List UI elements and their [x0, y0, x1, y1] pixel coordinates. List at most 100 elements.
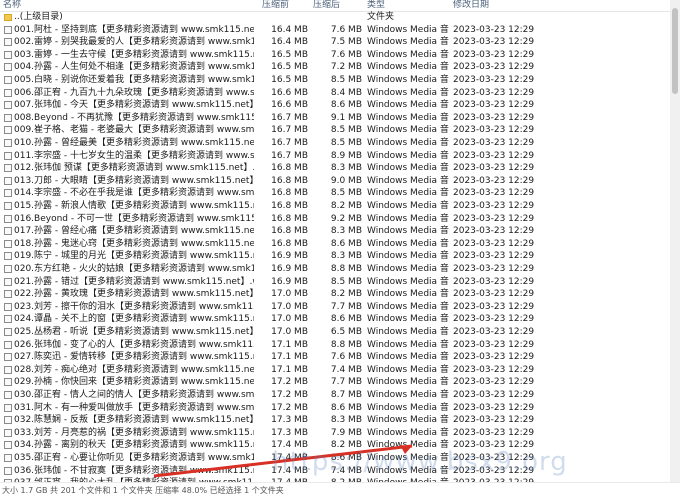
file-size-after: 7.9 MB: [330, 427, 362, 438]
file-row[interactable]: 015.孙露 - 新浪人情歌【更多精彩资源请到 www.smk115.net】.…: [0, 200, 670, 213]
file-size-before: 16.6 MB: [271, 87, 308, 98]
file-row[interactable]: 004.孙露 - 人生何处不相逢【更多精彩资源请到 www.smk115.net…: [0, 61, 670, 74]
file-row[interactable]: 001.阿杜 - 坚持到底【更多精彩资源请到 www.smk115.net】.w…: [0, 24, 670, 37]
file-size-before: 17.0 MB: [271, 327, 308, 337]
audio-file-icon: [3, 364, 13, 377]
file-row[interactable]: 003.雷婷 - 一生去守候【更多精彩资源请到 www.smk115.net】.…: [0, 49, 670, 62]
file-row[interactable]: 017.孙露 - 曾经心痛【更多精彩资源请到 www.smk115.net】.w…: [0, 225, 670, 238]
file-row[interactable]: 031.阿木 - 有一种爱叫做放手【更多精彩资源请到 www.smk115...…: [0, 402, 670, 415]
file-name: 009.崔子格、老猫 - 老婆最大【更多精彩资源请到 www.smk115...: [14, 125, 254, 136]
file-name: 002.雷婷 - 别哭我最爱的人【更多精彩资源请到 www.smk115.net…: [14, 37, 254, 48]
file-date: 2023-03-23 12:29: [453, 112, 535, 123]
file-size-before: 16.9 MB: [271, 264, 308, 274]
column-type[interactable]: 类型: [367, 0, 385, 11]
file-size-after: 8.8 MB: [330, 264, 362, 274]
file-row[interactable]: 021.孙露 - 错过【更多精彩资源请到 www.smk115.net】.wma…: [0, 276, 670, 289]
file-size-before: 16.7 MB: [271, 125, 308, 136]
file-row[interactable]: 033.刘芳 - 月亮惹的祸【更多精彩资源请到 www.smk115.net..…: [0, 427, 670, 440]
column-size-after[interactable]: 压缩后: [313, 0, 340, 11]
file-row[interactable]: 012.张玮伽 预谋【更多精彩资源请到 www.smk115.net】.wma 1…: [0, 162, 670, 175]
file-row[interactable]: 011.李宗盛 - 十七岁女生的温柔【更多精彩资源请到 www.smk1... 1…: [0, 150, 670, 163]
file-size-before: 16.6 MB: [271, 100, 308, 111]
file-row[interactable]: 032.陈慧娴 - 反叛【更多精彩资源请到 www.smk115.net】.wm…: [0, 414, 670, 427]
file-row[interactable]: 024.谭晶 - 关不上的窗【更多精彩资源请到 www.smk115.net】.…: [0, 313, 670, 326]
file-date: 2023-03-23 12:29: [453, 364, 535, 375]
file-size-after: 8.6 MB: [330, 100, 362, 111]
file-size-before: 17.3 MB: [271, 427, 308, 438]
file-date: 2023-03-23 12:29: [453, 213, 535, 224]
file-name: 026.张玮伽 - 变了心的人【更多精彩资源请到 www.smk115.net.…: [14, 339, 254, 350]
scrollbar-thumb[interactable]: [672, 8, 678, 94]
file-name: 022.孙露 - 黄玫瑰【更多精彩资源请到 www.smk115.net】.wm…: [14, 289, 254, 300]
file-size-after: 8.3 MB: [330, 415, 362, 426]
file-row[interactable]: 008.Beyond - 不再犹豫【更多精彩资源请到 www.smk115.ne…: [0, 112, 670, 125]
file-row[interactable]: 005.白晓 - 别说你还爱着我【更多精彩资源请到 www.smk115.n..…: [0, 74, 670, 87]
file-name: 016.Beyond - 不可一世【更多精彩资源请到 www.smk115.ne…: [14, 213, 254, 224]
file-type: Windows Media 音...: [367, 264, 449, 274]
file-size-after: 8.6 MB: [330, 314, 362, 325]
file-row[interactable]: 010.孙露 - 曾经最美【更多精彩资源请到 www.smk115.net】.w…: [0, 137, 670, 150]
file-row[interactable]: 026.张玮伽 - 变了心的人【更多精彩资源请到 www.smk115.net.…: [0, 339, 670, 352]
file-row[interactable]: 019.陈宁 - 城里的月光【更多精彩资源请到 www.smk115.net】.…: [0, 250, 670, 263]
file-type: Windows Media 音...: [367, 100, 449, 111]
column-date[interactable]: 修改日期: [453, 0, 489, 11]
audio-file-icon: [3, 427, 13, 440]
file-type: Windows Media 音...: [367, 427, 449, 438]
column-size-before[interactable]: 压缩前: [262, 0, 289, 11]
file-size-before: 17.0 MB: [271, 301, 308, 312]
audio-file-icon: [3, 339, 13, 352]
file-name: 007.张玮伽 - 今天【更多精彩资源请到 www.smk115.net】.wm…: [14, 100, 254, 111]
file-row[interactable]: 007.张玮伽 - 今天【更多精彩资源请到 www.smk115.net】.wm…: [0, 99, 670, 112]
audio-file-icon: [3, 376, 13, 389]
parent-folder-row[interactable]: ..(上级目录) 文件夹: [0, 11, 670, 24]
file-type: Windows Media 音...: [367, 188, 449, 199]
file-size-after: 7.6 MB: [330, 24, 362, 35]
file-size-after: 8.2 MB: [330, 201, 362, 211]
audio-file-icon: [3, 402, 13, 415]
file-type: Windows Media 音...: [367, 49, 449, 60]
file-name: 006.邵正宥 - 九百九十九朵玫瑰【更多精彩资源请到 www.smk1...: [14, 87, 254, 98]
file-type: Windows Media 音...: [367, 352, 449, 363]
file-type: Windows Media 音...: [367, 175, 449, 186]
file-row[interactable]: 006.邵正宥 - 九百九十九朵玫瑰【更多精彩资源请到 www.smk1... 1…: [0, 87, 670, 100]
file-list[interactable]: ..(上级目录) 文件夹 001.阿杜 - 坚持到底【更多精彩资源请到 www.…: [0, 11, 670, 482]
file-row[interactable]: 029.孙楠 - 你快回来【更多精彩资源请到 www.smk115.net】.w…: [0, 376, 670, 389]
file-name: 018.孙露 - 鬼迷心窍【更多精彩资源请到 www.smk115.net】.w…: [14, 238, 254, 249]
audio-file-icon: [3, 414, 13, 427]
audio-file-icon: [3, 200, 13, 213]
file-name: 033.刘芳 - 月亮惹的祸【更多精彩资源请到 www.smk115.net..…: [14, 427, 254, 438]
file-size-before: 16.5 MB: [271, 62, 308, 73]
file-row[interactable]: 027.陈奕迅 - 爱情转移【更多精彩资源请到 www.smk115.net】.…: [0, 351, 670, 364]
audio-file-icon: [3, 124, 13, 137]
file-row[interactable]: 020.东方红艳 - 火火的姑娘【更多精彩资源请到 www.smk115.n..…: [0, 263, 670, 276]
file-size-after: 8.4 MB: [330, 87, 362, 98]
file-row[interactable]: 016.Beyond - 不可一世【更多精彩资源请到 www.smk115.ne…: [0, 213, 670, 226]
file-size-after: 9.0 MB: [330, 175, 362, 186]
audio-file-icon: [3, 175, 13, 188]
file-size-after: 8.6 MB: [330, 402, 362, 413]
file-row[interactable]: 009.崔子格、老猫 - 老婆最大【更多精彩资源请到 www.smk115...…: [0, 124, 670, 137]
file-name: 003.雷婷 - 一生去守候【更多精彩资源请到 www.smk115.net】.…: [14, 49, 254, 60]
file-size-after: 7.6 MB: [330, 352, 362, 363]
file-row[interactable]: 013.刀郎 - 大眼睛【更多精彩资源请到 www.smk115.net】.wm…: [0, 175, 670, 188]
file-size-after: 8.3 MB: [330, 226, 362, 237]
column-name[interactable]: 名称: [3, 0, 21, 11]
file-row[interactable]: 014.李宗盛 - 不必在乎我是谁【更多精彩资源请到 www.smk115...…: [0, 187, 670, 200]
file-row[interactable]: 022.孙露 - 黄玫瑰【更多精彩资源请到 www.smk115.net】.wm…: [0, 288, 670, 301]
audio-file-icon: [3, 24, 13, 37]
file-row[interactable]: 028.刘芳 - 痴心绝对【更多精彩资源请到 www.smk115.net】.w…: [0, 364, 670, 377]
file-size-after: 8.8 MB: [330, 339, 362, 350]
vertical-scrollbar[interactable]: [670, 0, 680, 482]
file-name: 020.东方红艳 - 火火的姑娘【更多精彩资源请到 www.smk115.n..…: [14, 264, 254, 274]
file-row[interactable]: 023.刘芳 - 擦干你的泪水【更多精彩资源请到 www.smk115.net】…: [0, 301, 670, 314]
file-size-before: 17.0 MB: [271, 314, 308, 325]
file-row[interactable]: 018.孙露 - 鬼迷心窍【更多精彩资源请到 www.smk115.net】.w…: [0, 238, 670, 251]
file-date: 2023-03-23 12:29: [453, 427, 535, 438]
file-name: 014.李宗盛 - 不必在乎我是谁【更多精彩资源请到 www.smk115...: [14, 188, 254, 199]
file-size-after: 8.2 MB: [330, 289, 362, 300]
file-type: Windows Media 音...: [367, 327, 449, 337]
file-row[interactable]: 030.邵正宥 - 情人之间的情人【更多精彩资源请到 www.smk11... 1…: [0, 389, 670, 402]
file-name: 027.陈奕迅 - 爱情转移【更多精彩资源请到 www.smk115.net】.…: [14, 352, 254, 363]
file-row[interactable]: 002.雷婷 - 别哭我最爱的人【更多精彩资源请到 www.smk115.net…: [0, 36, 670, 49]
file-row[interactable]: 025.丛杨君 - 听说【更多精彩资源请到 www.smk115.net】.wm…: [0, 326, 670, 339]
